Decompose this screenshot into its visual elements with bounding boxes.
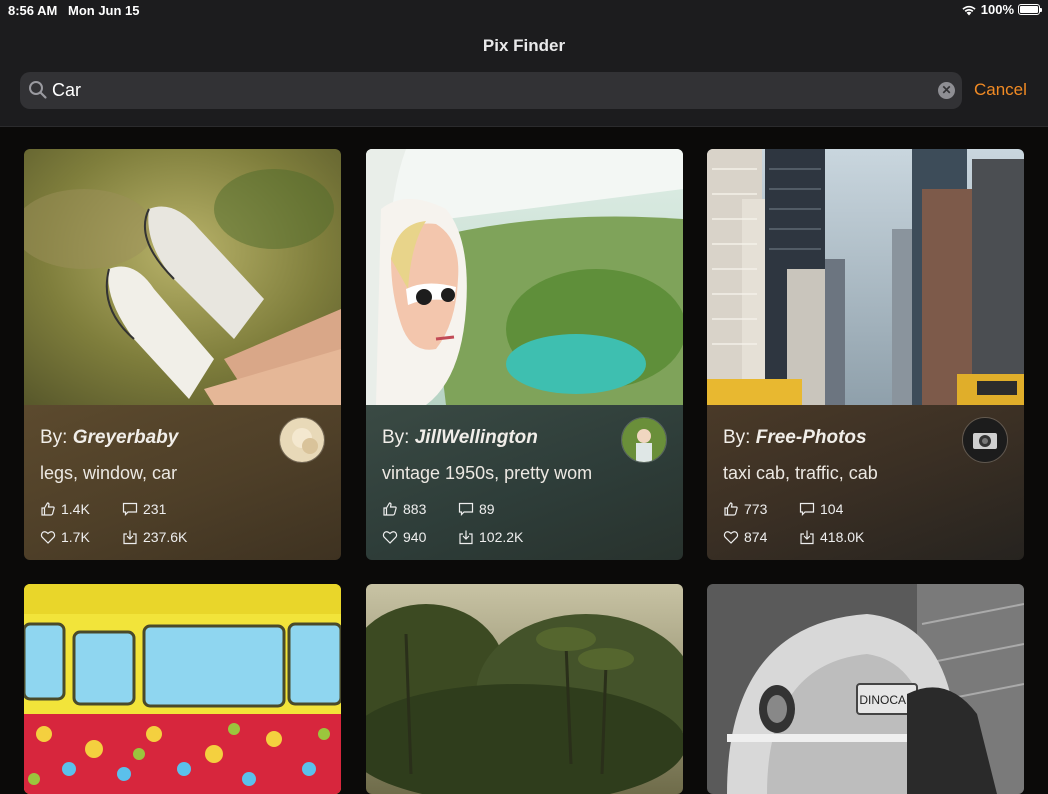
likes-stat: 773 <box>723 501 767 517</box>
comments-count: 104 <box>820 501 844 517</box>
page-title: Pix Finder <box>482 36 566 55</box>
downloads-stat: 237.6K <box>122 529 187 545</box>
comment-icon <box>122 502 138 516</box>
navigation-bar: Pix Finder ✕ Cancel <box>0 22 1048 127</box>
heart-icon <box>723 531 739 544</box>
author-line: By: JillWellington <box>382 427 538 449</box>
author-name[interactable]: JillWellington <box>415 427 538 448</box>
downloads-count: 418.0K <box>820 529 865 545</box>
photo-card[interactable]: DINOCAR <box>707 584 1024 794</box>
favorites-stat: 874 <box>723 529 767 545</box>
thumbs-up-icon <box>41 502 55 516</box>
search-bar[interactable]: ✕ <box>20 72 962 109</box>
card-info: By: JillWellington vintage 1950s, pretty… <box>366 405 683 560</box>
photo-tags: taxi cab, traffic, cab <box>723 463 878 483</box>
photo-thumbnail <box>707 149 1024 405</box>
comments-count: 231 <box>143 501 167 517</box>
search-input[interactable] <box>52 72 932 109</box>
favorites-count: 874 <box>744 529 768 545</box>
comments-stat: 89 <box>458 501 495 517</box>
favorites-count: 1.7K <box>61 529 90 545</box>
avatar[interactable] <box>621 417 667 463</box>
by-prefix: By: <box>723 427 751 448</box>
comments-stat: 104 <box>799 501 843 517</box>
thumbs-up-icon <box>383 502 397 516</box>
comments-count: 89 <box>479 501 495 517</box>
downloads-count: 102.2K <box>479 529 524 545</box>
avatar[interactable] <box>962 417 1008 463</box>
likes-count: 773 <box>744 501 768 517</box>
avatar[interactable] <box>279 417 325 463</box>
photo-thumbnail: DINOCAR <box>707 584 1024 794</box>
photo-card[interactable]: By: Free-Photos taxi cab, traffic, cab 7… <box>707 149 1024 560</box>
favorites-count: 940 <box>403 529 427 545</box>
license-plate-text: DINOCAR <box>859 693 915 707</box>
status-bar: 8:56 AM Mon Jun 15 100% <box>0 0 1048 22</box>
cancel-button[interactable]: Cancel <box>974 80 1027 100</box>
photo-card[interactable] <box>366 584 683 794</box>
status-date: Mon Jun 15 <box>68 3 140 18</box>
photo-thumbnail <box>24 149 341 405</box>
download-icon <box>459 530 473 545</box>
author-line: By: Greyerbaby <box>40 427 178 449</box>
downloads-stat: 102.2K <box>458 529 523 545</box>
heart-icon <box>40 531 56 544</box>
photo-thumbnail <box>366 584 683 794</box>
author-name[interactable]: Free-Photos <box>756 427 867 448</box>
by-prefix: By: <box>40 427 68 448</box>
download-icon <box>800 530 814 545</box>
favorites-stat: 940 <box>382 529 426 545</box>
photo-card[interactable]: By: Greyerbaby legs, window, car 1.4K 23… <box>24 149 341 560</box>
thumbs-up-icon <box>724 502 738 516</box>
likes-count: 1.4K <box>61 501 90 517</box>
favorites-stat: 1.7K <box>40 529 90 545</box>
search-icon <box>29 81 47 99</box>
photo-tags: legs, window, car <box>40 463 178 483</box>
by-prefix: By: <box>382 427 410 448</box>
photo-thumbnail <box>366 149 683 405</box>
status-right: 100% <box>961 2 1042 17</box>
author-line: By: Free-Photos <box>723 427 867 449</box>
status-time: 8:56 AM <box>8 3 58 18</box>
comment-icon <box>799 502 815 516</box>
photo-card[interactable] <box>24 584 341 794</box>
heart-icon <box>382 531 398 544</box>
photo-card[interactable]: By: JillWellington vintage 1950s, pretty… <box>366 149 683 560</box>
wifi-icon <box>962 5 976 15</box>
downloads-stat: 418.0K <box>799 529 864 545</box>
comments-stat: 231 <box>122 501 166 517</box>
downloads-count: 237.6K <box>143 529 188 545</box>
comment-icon <box>458 502 474 516</box>
battery-icon <box>1018 4 1042 15</box>
author-name[interactable]: Greyerbaby <box>73 427 179 448</box>
card-info: By: Greyerbaby legs, window, car 1.4K 23… <box>24 405 341 560</box>
likes-stat: 883 <box>382 501 426 517</box>
photo-thumbnail <box>24 584 341 794</box>
clear-search-icon[interactable]: ✕ <box>938 82 955 99</box>
photo-tags: vintage 1950s, pretty wom <box>382 463 593 483</box>
card-info: By: Free-Photos taxi cab, traffic, cab 7… <box>707 405 1024 560</box>
battery-percent: 100% <box>980 2 1014 17</box>
likes-stat: 1.4K <box>40 501 90 517</box>
likes-count: 883 <box>403 501 427 517</box>
download-icon <box>123 530 137 545</box>
